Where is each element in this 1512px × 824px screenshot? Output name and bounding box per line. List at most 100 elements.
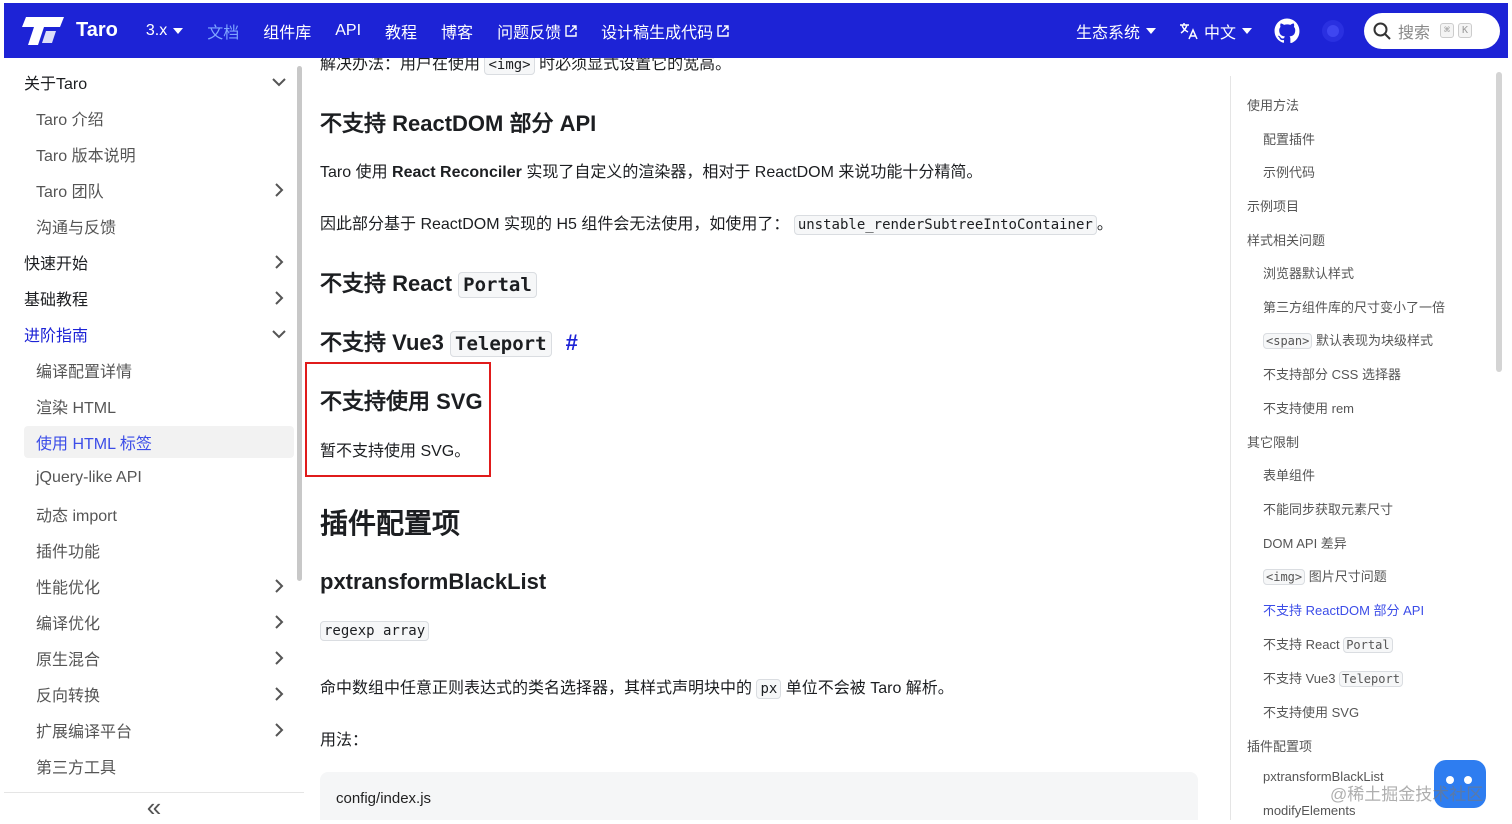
sidebar-item-basic-tutorial[interactable]: 基础教程: [24, 282, 296, 314]
paragraph-text: 单位不会被 Taro 解析。: [785, 680, 954, 697]
sidebar-item-label: 使用 HTML 标签: [36, 436, 152, 453]
toc-item[interactable]: 其它限制: [1247, 432, 1299, 451]
collapse-icon: «: [146, 792, 162, 822]
toc-item-active[interactable]: 不支持 ReactDOM 部分 API: [1263, 600, 1424, 619]
sidebar-item-compile-config[interactable]: 编译配置详情: [36, 354, 296, 386]
toc-item[interactable]: 表单组件: [1263, 465, 1315, 484]
sidebar-item-advanced-guide[interactable]: 进阶指南: [24, 318, 296, 350]
chevron-down-icon: [272, 330, 286, 339]
bold-text: React Reconciler: [392, 164, 522, 181]
sidebar-item-taro-team[interactable]: Taro 团队: [36, 174, 296, 206]
sidebar-item-third-party-tools[interactable]: 第三方工具: [36, 750, 296, 782]
chevron-right-icon: [275, 687, 284, 701]
toc-item[interactable]: <img> 图片尺寸问题: [1263, 566, 1387, 585]
anchor-link[interactable]: #: [566, 330, 578, 355]
toc-item[interactable]: 不支持部分 CSS 选择器: [1263, 364, 1401, 383]
nav-tutorial[interactable]: 教程: [385, 19, 417, 43]
nav-docs[interactable]: 文档: [207, 19, 239, 43]
sidebar-item-compile-optimize[interactable]: 编译优化: [36, 606, 296, 638]
toc-item[interactable]: DOM API 差异: [1263, 533, 1347, 552]
sidebar-item-reverse-convert[interactable]: 反向转换: [36, 678, 296, 710]
toc-item[interactable]: 不支持 React Portal: [1263, 634, 1393, 653]
paragraph-text: 实现了自定义的渲染器，相对于 ReactDOM 来说功能十分精简。: [526, 164, 983, 181]
ecosystem-dropdown[interactable]: 生态系统: [1076, 19, 1156, 43]
sidebar-item-taro-intro[interactable]: Taro 介绍: [36, 102, 296, 134]
usage-label: 用法：: [320, 732, 369, 749]
translate-icon: [1179, 22, 1198, 39]
sidebar-item-label: 扩展编译平台: [36, 724, 133, 741]
language-dropdown[interactable]: 中文: [1178, 19, 1252, 43]
nav-blog[interactable]: 博客: [441, 19, 473, 43]
sidebar-item-native-hybrid[interactable]: 原生混合: [36, 642, 296, 674]
sidebar-item-label: Taro 介绍: [36, 112, 104, 129]
toc-item[interactable]: 样式相关问题: [1247, 230, 1325, 249]
inline-code: unstable_renderSubtreeIntoContainer: [793, 215, 1097, 235]
docs-sidebar: 关于Taro Taro 介绍 Taro 版本说明 Taro 团队 沟通与反馈 快…: [4, 58, 304, 792]
nav-api[interactable]: API: [335, 22, 361, 40]
highlight-box: [305, 362, 491, 477]
sidebar-item-quick-start[interactable]: 快速开始: [24, 246, 296, 278]
version-label: 3.x: [145, 21, 168, 39]
sidebar-item-label: Taro 团队: [36, 184, 104, 201]
chevron-right-icon: [275, 651, 284, 665]
sidebar-item-about-taro[interactable]: 关于Taro: [24, 66, 296, 98]
taro-logo[interactable]: Taro: [20, 15, 118, 47]
nav-components[interactable]: 组件库: [263, 19, 311, 43]
sidebar-item-render-html[interactable]: 渲染 HTML: [36, 390, 296, 422]
toc-item[interactable]: 不支持使用 rem: [1263, 398, 1354, 417]
toc-item[interactable]: 插件配置项: [1247, 736, 1312, 755]
toc-item[interactable]: 不支持使用 SVG: [1263, 702, 1359, 721]
sidebar-scrollbar[interactable]: [297, 66, 302, 581]
sidebar-item-use-html-tags[interactable]: 使用 HTML 标签: [24, 426, 294, 458]
sidebar-item-feedback[interactable]: 沟通与反馈: [36, 210, 296, 242]
sidebar-item-plugins[interactable]: 插件功能: [36, 534, 296, 566]
top-navbar: Taro 3.x 文档 组件库 API 教程 博客 问题反馈 设计稿生成代码 生…: [4, 3, 1508, 58]
paragraph-text: 时必须显式设置它的宽高。: [539, 58, 732, 73]
chevron-down-icon: [272, 78, 286, 87]
toc-item[interactable]: modifyElements: [1263, 803, 1355, 818]
theme-toggle-icon[interactable]: [1322, 19, 1344, 42]
taro-logo-icon: [22, 16, 64, 45]
toc-item[interactable]: 第三方组件库的尺寸变小了一倍: [1263, 297, 1445, 316]
sidebar-item-label: 插件功能: [36, 544, 101, 561]
sidebar-item-extend-platform[interactable]: 扩展编译平台: [36, 714, 296, 746]
chevron-right-icon: [275, 723, 284, 737]
github-icon[interactable]: [1274, 18, 1300, 44]
toc-item[interactable]: 浏览器默认样式: [1263, 263, 1354, 282]
sidebar-item-jquery-like-api[interactable]: jQuery-like API: [36, 462, 296, 494]
toc-item[interactable]: 示例代码: [1263, 162, 1315, 181]
inline-code: <img>: [484, 58, 535, 75]
sidebar-item-dynamic-import[interactable]: 动态 import: [36, 498, 296, 530]
ecosystem-label: 生态系统: [1075, 24, 1140, 42]
heading-teleport: 不支持 Vue3 Teleport #: [320, 325, 578, 357]
version-dropdown[interactable]: 3.x: [145, 21, 184, 40]
toc-item[interactable]: 不能同步获取元素尺寸: [1263, 499, 1393, 518]
paragraph-blacklist: 命中数组中任意正则表达式的类名选择器，其样式声明块中的 px 单位不会被 Tar…: [320, 674, 954, 699]
sidebar-item-label: 进阶指南: [24, 328, 89, 345]
heading-text: 不支持 React: [320, 271, 453, 296]
search-icon: [1373, 22, 1391, 40]
heading-blacklist: pxtransformBlackList: [320, 569, 547, 594]
code-block-title: config/index.js: [336, 790, 432, 807]
collapse-sidebar-button[interactable]: «: [4, 792, 304, 822]
toc-item[interactable]: 使用方法: [1247, 95, 1299, 114]
sidebar-item-label: 沟通与反馈: [36, 220, 117, 237]
logo-text: Taro: [76, 19, 118, 41]
heading-plugin-config: 插件配置项: [320, 508, 461, 539]
search-button[interactable]: 搜索 ⌘ K: [1364, 12, 1500, 49]
sidebar-item-taro-versions[interactable]: Taro 版本说明: [36, 138, 296, 170]
sidebar-item-label: 原生混合: [36, 652, 101, 669]
toc-item[interactable]: 配置插件: [1263, 129, 1315, 148]
toc-item[interactable]: <span> 默认表现为块级样式: [1263, 330, 1433, 349]
toc-item[interactable]: 示例项目: [1247, 196, 1299, 215]
paragraph-unstable-api: 因此部分基于 ReactDOM 实现的 H5 组件会无法使用，如使用了： uns…: [320, 210, 1113, 235]
toc-item[interactable]: 不支持 Vue3 Teleport: [1263, 668, 1403, 687]
sidebar-item-label: jQuery-like API: [36, 469, 142, 486]
nav-design-to-code[interactable]: 设计稿生成代码: [601, 19, 729, 43]
watermark: @稀土掘金技术社区: [1330, 785, 1484, 804]
page-scrollbar[interactable]: [1496, 72, 1502, 372]
code-block: config/index.js: [320, 772, 1198, 824]
nav-feedback[interactable]: 问题反馈: [497, 19, 577, 43]
inline-code: regexp array: [320, 621, 430, 641]
sidebar-item-performance[interactable]: 性能优化: [36, 570, 296, 602]
